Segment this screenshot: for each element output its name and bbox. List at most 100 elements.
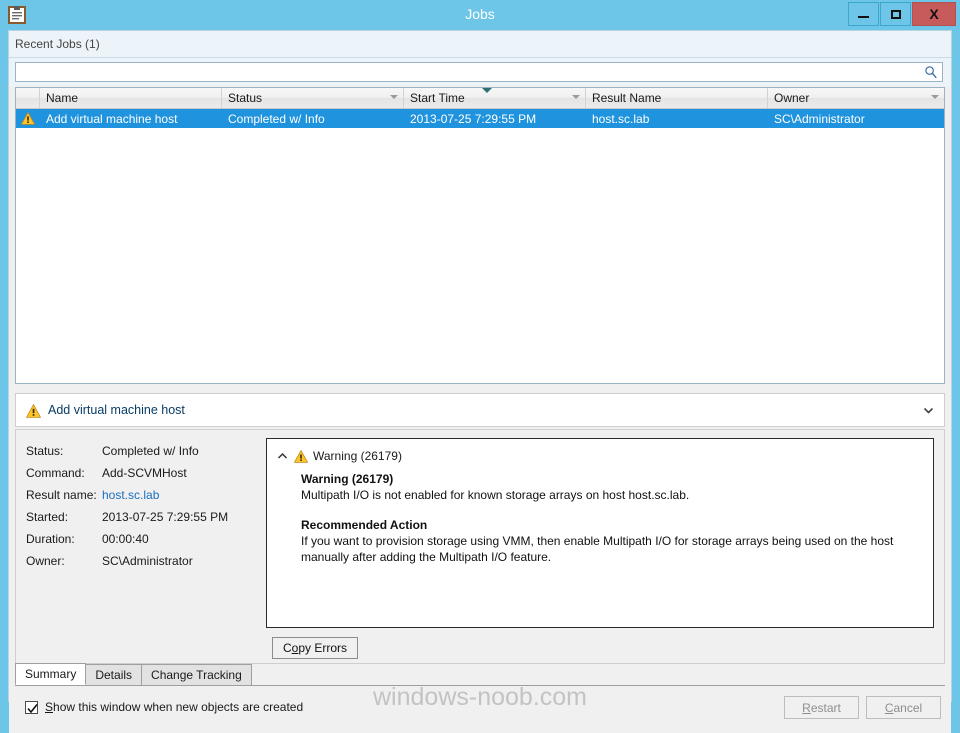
column-header-owner[interactable]: Owner xyxy=(768,88,944,108)
column-header-name-label: Name xyxy=(46,91,79,105)
cell-status: Completed w/ Info xyxy=(228,111,325,126)
checkbox-label-accel: S xyxy=(45,700,54,714)
warning-details-box: Warning (26179) Warning (26179) Multipat… xyxy=(266,438,934,628)
property-value: Completed w/ Info xyxy=(102,444,199,458)
minimize-button[interactable] xyxy=(848,2,879,26)
property-row-result-name: Result name: host.sc.lab xyxy=(26,484,256,506)
column-header-icon[interactable] xyxy=(16,88,40,108)
detail-tabs: Summary Details Change Tracking xyxy=(15,663,945,686)
search-icon[interactable] xyxy=(924,65,938,79)
property-key: Status: xyxy=(26,444,64,458)
show-window-checkbox-label: Show this window when new objects are cr… xyxy=(45,700,303,714)
column-header-start-time-label: Start Time xyxy=(410,91,465,105)
title-bar: Jobs X xyxy=(0,0,960,30)
restart-button[interactable]: Restart xyxy=(784,696,859,719)
warning-body: Warning (26179) Multipath I/O is not ena… xyxy=(301,471,917,565)
property-key: Owner: xyxy=(26,554,65,568)
search-box[interactable] xyxy=(15,62,943,82)
copy-errors-suffix: py Errors xyxy=(298,641,348,655)
recommended-action-title: Recommended Action xyxy=(301,518,428,532)
job-detail-header[interactable]: Add virtual machine host xyxy=(15,393,945,427)
recent-jobs-bar: Recent Jobs (1) xyxy=(9,31,951,58)
job-detail-panel: Status: Completed w/ Info Command: Add-S… xyxy=(15,429,945,664)
warning-icon xyxy=(293,449,309,463)
warning-icon xyxy=(20,111,36,125)
close-icon: X xyxy=(929,6,939,22)
property-row-command: Command: Add-SCVMHost xyxy=(26,462,256,484)
show-window-checkbox-row[interactable]: Show this window when new objects are cr… xyxy=(25,700,303,714)
column-header-start-time[interactable]: Start Time xyxy=(404,88,586,108)
row-status-icon-cell xyxy=(16,109,40,128)
restart-label-rest: estart xyxy=(810,700,841,715)
jobs-grid[interactable]: Name Status Start Time Result Name Owner xyxy=(15,87,945,384)
cell-result-name: host.sc.lab xyxy=(592,111,650,126)
chevron-down-icon[interactable] xyxy=(923,405,934,416)
minimize-icon xyxy=(858,16,869,18)
cell-owner: SC\Administrator xyxy=(774,111,865,126)
property-row-owner: Owner: SC\Administrator xyxy=(26,550,256,572)
cell-name: Add virtual machine host xyxy=(46,111,178,126)
footer-bar: Show this window when new objects are cr… xyxy=(9,686,951,733)
search-row xyxy=(9,58,951,86)
restart-accel: R xyxy=(802,700,811,715)
filter-dropdown-icon-start-time[interactable] xyxy=(572,95,580,99)
recommended-action-text: If you want to provision storage using V… xyxy=(301,534,894,564)
cell-start-time: 2013-07-25 7:29:55 PM xyxy=(410,111,537,126)
show-window-checkbox[interactable] xyxy=(25,700,38,714)
cancel-label-rest: ancel xyxy=(893,700,923,715)
table-row[interactable]: Add virtual machine host Completed w/ In… xyxy=(16,109,944,128)
job-properties-list: Status: Completed w/ Info Command: Add-S… xyxy=(26,440,256,572)
tab-summary-label: Summary xyxy=(25,667,77,681)
checkbox-label-rest: how this window when new objects are cre… xyxy=(53,700,304,714)
property-key: Duration: xyxy=(26,532,75,546)
tab-details[interactable]: Details xyxy=(85,664,143,685)
copy-errors-accel: o xyxy=(291,641,299,655)
footer-buttons: Restart Cancel xyxy=(777,696,941,719)
property-row-status: Status: Completed w/ Info xyxy=(26,440,256,462)
warning-title: Warning (26179) xyxy=(301,472,394,486)
column-header-owner-label: Owner xyxy=(774,91,810,105)
property-key: Result name: xyxy=(26,488,97,502)
column-header-result-name[interactable]: Result Name xyxy=(586,88,768,108)
sort-descending-icon xyxy=(482,88,492,93)
search-input[interactable] xyxy=(19,64,913,82)
column-header-status-label: Status xyxy=(228,91,263,105)
recent-jobs-label: Recent Jobs (1) xyxy=(15,37,100,51)
column-header-result-name-label: Result Name xyxy=(592,91,662,105)
tab-change-tracking[interactable]: Change Tracking xyxy=(141,664,252,685)
property-row-duration: Duration: 00:00:40 xyxy=(26,528,256,550)
warning-header-label: Warning (26179) xyxy=(313,449,402,463)
cancel-button[interactable]: Cancel xyxy=(866,696,941,719)
window-title: Jobs xyxy=(465,6,495,22)
property-value: 2013-07-25 7:29:55 PM xyxy=(102,510,229,524)
property-value: Add-SCVMHost xyxy=(102,466,187,480)
column-header-status[interactable]: Status xyxy=(222,88,404,108)
maximize-icon xyxy=(890,9,901,19)
window-controls: X xyxy=(847,2,956,26)
window-body: Recent Jobs (1) Name Status Start Time R… xyxy=(8,30,952,733)
copy-errors-button[interactable]: Co py Errors xyxy=(272,637,359,659)
result-name-link[interactable]: host.sc.lab xyxy=(102,488,159,502)
filter-dropdown-icon-status[interactable] xyxy=(390,95,398,99)
jobs-window: Jobs X Recent Jobs (1) Name Status Start… xyxy=(0,0,960,733)
filter-dropdown-icon-owner[interactable] xyxy=(931,95,939,99)
chevron-up-icon[interactable] xyxy=(277,451,288,462)
property-key: Command: xyxy=(26,466,85,480)
cancel-accel: C xyxy=(884,700,894,715)
property-value: SC\Administrator xyxy=(102,554,193,568)
property-value: 00:00:40 xyxy=(102,532,149,546)
property-row-started: Started: 2013-07-25 7:29:55 PM xyxy=(26,506,256,528)
maximize-button[interactable] xyxy=(880,2,911,26)
grid-header-row: Name Status Start Time Result Name Owner xyxy=(16,88,944,109)
column-header-name[interactable]: Name xyxy=(40,88,222,108)
warning-collapse-row[interactable]: Warning (26179) xyxy=(277,449,933,463)
tab-summary[interactable]: Summary xyxy=(15,663,87,685)
warning-message: Multipath I/O is not enabled for known s… xyxy=(301,488,690,502)
copy-errors-prefix: C xyxy=(283,641,292,655)
property-key: Started: xyxy=(26,510,69,524)
close-button[interactable]: X xyxy=(912,2,956,26)
tab-details-label: Details xyxy=(95,668,133,682)
job-detail-header-title: Add virtual machine host xyxy=(48,403,185,417)
tab-change-tracking-label: Change Tracking xyxy=(151,668,242,682)
